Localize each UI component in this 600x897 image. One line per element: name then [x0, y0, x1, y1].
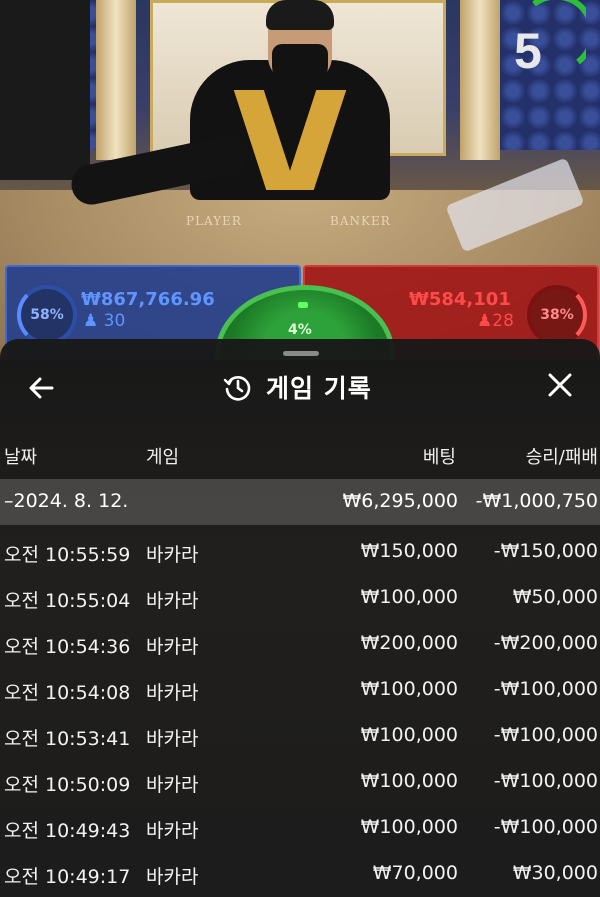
row-game: 바카라	[146, 682, 199, 704]
pillar	[96, 0, 136, 160]
row-win-loss: -₩100,000	[493, 678, 598, 700]
column-header-game: 게임	[146, 447, 180, 468]
row-game: 바카라	[146, 544, 199, 566]
row-win-loss: ₩50,000	[512, 586, 598, 608]
dealer-mask	[272, 44, 328, 88]
history-row[interactable]: 오전 10:54:36 바카라 ₩200,000 -₩200,000	[0, 621, 600, 667]
row-time: 오전 10:55:59	[4, 544, 131, 566]
row-game: 바카라	[146, 866, 199, 888]
row-bet: ₩100,000	[360, 724, 458, 746]
banker-bettor-count: ♟28	[477, 311, 514, 331]
summary-win-loss-total: -₩1,000,750	[475, 490, 598, 512]
back-button[interactable]	[26, 373, 58, 405]
row-bet: ₩100,000	[360, 770, 458, 792]
banker-bet-amount: ₩584,101	[409, 289, 511, 310]
live-video-stream: PLAYER BANKER 5 58% ₩867,766.96 ♟ 30 ₩58…	[0, 0, 600, 360]
row-game: 바카라	[146, 774, 199, 796]
row-bet: ₩150,000	[360, 540, 458, 562]
player-percent: 58%	[17, 285, 77, 345]
row-win-loss: -₩150,000	[493, 540, 598, 562]
history-row[interactable]: 오전 10:50:09 바카라 ₩100,000 -₩100,000	[0, 759, 600, 805]
person-icon: ♟	[477, 311, 493, 331]
row-time: 오전 10:50:09	[4, 774, 131, 796]
row-win-loss: -₩100,000	[493, 816, 598, 838]
row-bet: ₩100,000	[360, 678, 458, 700]
history-header: 게임 기록	[0, 359, 600, 419]
history-row[interactable]: 오전 10:53:41 바카라 ₩100,000 -₩100,000	[0, 713, 600, 759]
row-time: 오전 10:54:08	[4, 682, 131, 704]
row-time: 오전 10:49:17	[4, 866, 131, 888]
row-time: 오전 10:54:36	[4, 636, 131, 658]
summary-bet-total: ₩6,295,000	[342, 490, 458, 512]
countdown-timer: 5	[514, 23, 542, 79]
background-person	[0, 0, 90, 180]
row-game: 바카라	[146, 820, 199, 842]
person-icon: ♟	[83, 311, 99, 331]
banker-bettor-count-value: 28	[492, 311, 514, 331]
history-row[interactable]: 오전 10:49:17 바카라 ₩70,000 ₩30,000	[0, 851, 600, 897]
date-summary-row[interactable]: –2024. 8. 12. ₩6,295,000 -₩1,000,750	[0, 479, 600, 525]
row-time: 오전 10:53:41	[4, 728, 131, 750]
player-bettor-count-value: 30	[103, 311, 126, 331]
column-header-bet: 베팅	[422, 447, 456, 468]
history-title: 게임 기록	[222, 369, 372, 405]
arrow-left-icon	[29, 377, 54, 399]
close-button[interactable]	[544, 371, 576, 403]
pillar	[460, 0, 500, 160]
player-bet-amount: ₩867,766.96	[81, 289, 215, 310]
history-row[interactable]: 오전 10:55:59 바카라 ₩150,000 -₩150,000	[0, 529, 600, 575]
history-row[interactable]: 오전 10:49:43 바카라 ₩100,000 -₩100,000	[0, 805, 600, 851]
history-row[interactable]: 오전 10:54:08 바카라 ₩100,000 -₩100,000	[0, 667, 600, 713]
game-history-panel: 게임 기록 날짜 게임 베팅 승리/패배 –2024. 8. 12. ₩6,29…	[0, 339, 600, 897]
table-label-banker: BANKER	[330, 214, 391, 228]
table-label-player: PLAYER	[186, 214, 242, 228]
row-win-loss: -₩200,000	[493, 632, 598, 654]
player-bettor-count: ♟ 30	[83, 311, 125, 331]
row-bet: ₩100,000	[360, 586, 458, 608]
summary-date: –2024. 8. 12.	[4, 490, 129, 512]
history-row[interactable]: 오전 10:55:04 바카라 ₩100,000 ₩50,000	[0, 575, 600, 621]
page-title: 게임 기록	[266, 374, 372, 403]
row-time: 오전 10:55:04	[4, 590, 131, 612]
row-game: 바카라	[146, 728, 199, 750]
column-header-win-loss: 승리/패배	[525, 447, 598, 468]
row-game: 바카라	[146, 590, 199, 612]
tie-indicator	[298, 302, 308, 308]
history-icon	[223, 376, 251, 401]
close-icon	[548, 373, 572, 397]
row-bet: ₩70,000	[372, 862, 458, 884]
row-bet: ₩200,000	[360, 632, 458, 654]
row-time: 오전 10:49:43	[4, 820, 131, 842]
row-win-loss: -₩100,000	[493, 770, 598, 792]
row-bet: ₩100,000	[360, 816, 458, 838]
column-header-date: 날짜	[4, 447, 38, 468]
tie-percent: 4%	[288, 322, 312, 338]
sheet-drag-handle[interactable]	[283, 351, 319, 356]
row-game: 바카라	[146, 636, 199, 658]
row-win-loss: -₩100,000	[493, 724, 598, 746]
row-win-loss: ₩30,000	[512, 862, 598, 884]
dealer-hair	[266, 0, 334, 30]
banker-percent: 38%	[527, 285, 587, 345]
